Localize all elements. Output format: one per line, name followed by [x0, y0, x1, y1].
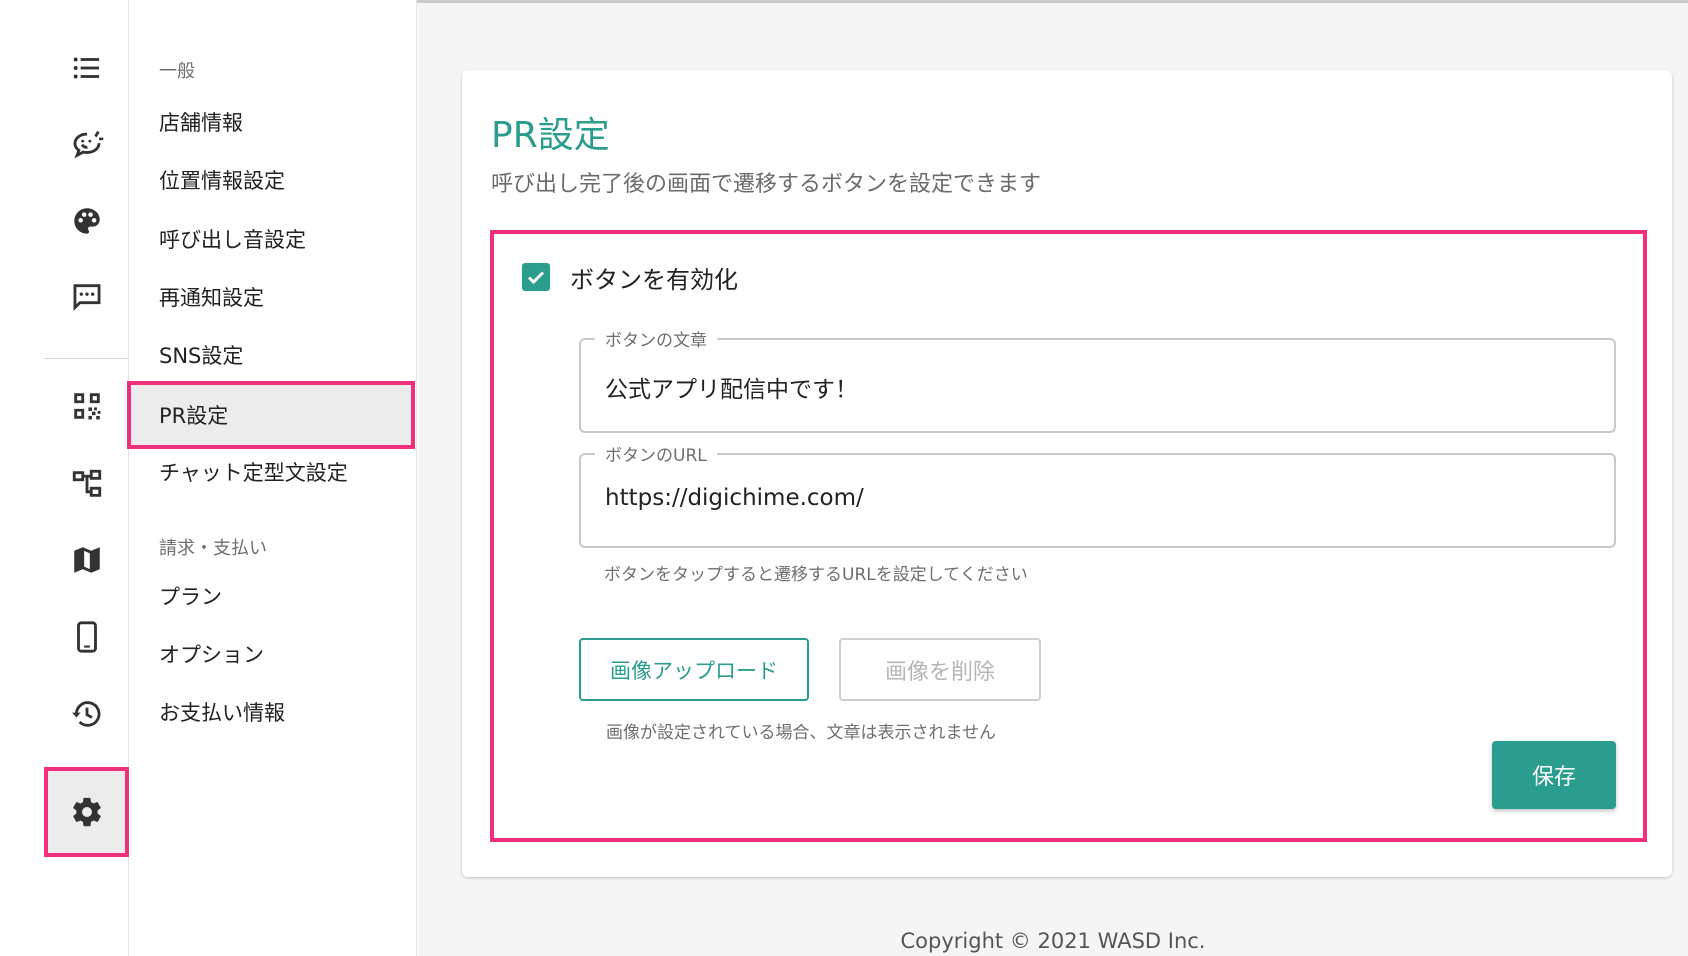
chat-smile-icon[interactable] — [44, 114, 129, 174]
button-url-label: ボタンのURL — [595, 441, 717, 466]
button-text-field[interactable]: ボタンの文章 公式アプリ配信中です！ — [579, 326, 1616, 433]
menu-item-plan[interactable]: プラン — [159, 581, 222, 611]
hierarchy-icon[interactable] — [44, 454, 129, 514]
pr-button-settings-panel: ボタンを有効化 ボタンの文章 公式アプリ配信中です！ ボタンのURL https… — [490, 230, 1647, 842]
settings-menu: 一般 店舗情報 位置情報設定 呼び出し音設定 再通知設定 SNS設定 PR設定 … — [127, 0, 417, 956]
page-subtitle: 呼び出し完了後の画面で遷移するボタンを設定できます — [491, 172, 1042, 197]
menu-item-options[interactable]: オプション — [159, 639, 264, 669]
url-helper-text: ボタンをタップすると遷移するURLを設定してください — [604, 565, 1028, 585]
qr-code-icon[interactable] — [44, 376, 129, 436]
enable-checkbox-label[interactable]: ボタンを有効化 — [570, 260, 738, 295]
button-url-input[interactable]: https://digichime.com/ — [605, 485, 864, 511]
main-content: PR設定 呼び出し完了後の画面で遷移するボタンを設定できます ボタンを有効化 ボ… — [418, 3, 1688, 956]
button-text-label: ボタンの文章 — [595, 326, 717, 351]
menu-item-chat-template[interactable]: チャット定型文設定 — [159, 457, 348, 487]
rail-divider — [44, 358, 129, 359]
copyright: Copyright © 2021 WASD Inc. — [900, 929, 1206, 953]
gear-icon — [70, 795, 104, 829]
list-icon[interactable] — [44, 38, 129, 98]
pr-settings-card: PR設定 呼び出し完了後の画面で遷移するボタンを設定できます ボタンを有効化 ボ… — [462, 70, 1672, 877]
image-delete-button[interactable]: 画像を削除 — [839, 638, 1041, 701]
settings-nav-button[interactable] — [44, 767, 129, 857]
menu-section-general: 一般 — [159, 61, 195, 82]
menu-item-call-sound[interactable]: 呼び出し音設定 — [159, 224, 306, 254]
menu-item-renotify[interactable]: 再通知設定 — [159, 282, 264, 312]
palette-icon[interactable] — [44, 191, 129, 251]
page-title: PR設定 — [491, 115, 610, 156]
image-note-text: 画像が設定されている場合、文章は表示されません — [606, 723, 996, 743]
enable-checkbox[interactable] — [522, 263, 550, 291]
menu-section-billing: 請求・支払い — [159, 538, 267, 559]
save-button[interactable]: 保存 — [1492, 741, 1616, 809]
icon-rail — [44, 0, 129, 956]
menu-item-payment[interactable]: お支払い情報 — [159, 697, 285, 727]
menu-item-location[interactable]: 位置情報設定 — [159, 165, 285, 195]
image-upload-button[interactable]: 画像アップロード — [579, 638, 809, 701]
smartphone-icon[interactable] — [44, 607, 129, 667]
menu-item-pr[interactable]: PR設定 — [127, 381, 415, 449]
button-text-input[interactable]: 公式アプリ配信中です！ — [605, 370, 858, 404]
button-url-field[interactable]: ボタンのURL https://digichime.com/ — [579, 441, 1616, 548]
map-icon[interactable] — [44, 530, 129, 590]
menu-item-sns[interactable]: SNS設定 — [159, 340, 243, 370]
history-icon[interactable] — [44, 684, 129, 744]
menu-item-store-info[interactable]: 店舗情報 — [159, 107, 243, 137]
checkmark-icon — [527, 271, 545, 285]
message-icon[interactable] — [44, 267, 129, 327]
